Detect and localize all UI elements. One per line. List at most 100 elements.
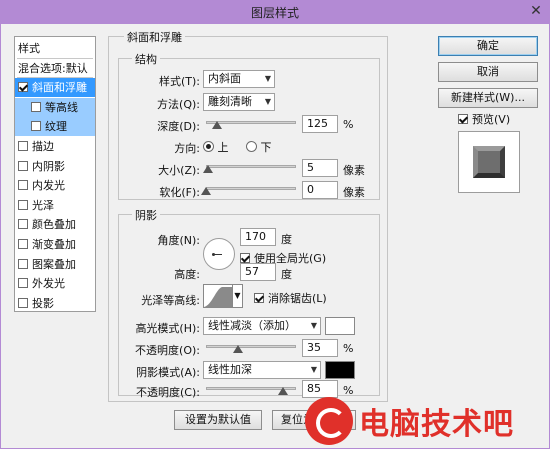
- checkbox-icon[interactable]: [254, 293, 264, 303]
- style-list-item[interactable]: 等高线: [15, 97, 95, 117]
- direction-down-radio[interactable]: 下: [246, 139, 272, 155]
- gloss-contour-picker[interactable]: [203, 284, 233, 308]
- technique-label: 方法(Q):: [157, 98, 200, 111]
- style-label: 样式(T):: [158, 75, 200, 88]
- new-style-button[interactable]: 新建样式(W)...: [438, 88, 538, 108]
- chevron-down-icon: ▼: [264, 97, 271, 106]
- checkbox-icon[interactable]: [458, 114, 468, 124]
- style-select[interactable]: 内斜面 ▼: [203, 70, 275, 88]
- style-list-item-label: 渐变叠加: [32, 238, 76, 251]
- checkbox-icon[interactable]: [18, 180, 28, 191]
- checkbox-icon[interactable]: [240, 253, 250, 263]
- highlight-opacity-label: 不透明度(O):: [135, 344, 200, 357]
- checkbox-icon[interactable]: [31, 101, 41, 112]
- antialias-label: 消除锯齿(L): [268, 292, 327, 305]
- style-list-item[interactable]: 斜面和浮雕: [15, 78, 95, 98]
- direction-up-radio[interactable]: 上: [203, 139, 229, 155]
- technique-select-value: 雕刻清晰: [208, 95, 252, 108]
- style-list-item[interactable]: 样式: [15, 39, 95, 58]
- style-list-item[interactable]: 投影: [15, 294, 95, 313]
- slider-thumb[interactable]: [232, 345, 243, 353]
- soften-input[interactable]: 0: [302, 181, 338, 199]
- style-list-item-label: 斜面和浮雕: [32, 81, 87, 95]
- checkbox-icon[interactable]: [18, 219, 28, 230]
- style-list-item-label: 等高线: [45, 100, 78, 114]
- highlight-color-swatch[interactable]: [325, 317, 355, 335]
- checkbox-icon[interactable]: [18, 239, 28, 249]
- highlight-mode-label: 高光模式(H):: [135, 322, 200, 335]
- radio-icon[interactable]: [203, 141, 214, 152]
- style-list-item-label: 外发光: [32, 277, 65, 291]
- shadow-opacity-slider[interactable]: [206, 384, 296, 395]
- direction-down-label: 下: [260, 141, 272, 154]
- technique-select[interactable]: 雕刻清晰 ▼: [203, 93, 275, 111]
- direction-up-label: 上: [217, 141, 229, 154]
- structure-group-title: 结构: [132, 51, 160, 67]
- style-list: 样式混合选项:默认斜面和浮雕等高线纹理描边内阴影内发光 光泽 颜色叠加渐变叠加图案叠…: [14, 36, 96, 312]
- style-list-item[interactable]: 颜色叠加: [15, 215, 95, 234]
- size-label: 大小(Z):: [158, 164, 200, 177]
- checkbox-icon[interactable]: [18, 278, 28, 289]
- watermark-text: 电脑技术吧: [359, 407, 514, 442]
- style-list-item-label: 纹理: [45, 120, 67, 134]
- contour-curve-icon: [204, 287, 232, 307]
- style-list-item[interactable]: 内阴影: [15, 157, 95, 176]
- style-list-item-label: 图案叠加: [32, 257, 76, 271]
- shadow-mode-select[interactable]: 线性加深 ▼: [203, 361, 321, 379]
- preview-checkbox[interactable]: 预览(V): [458, 111, 510, 127]
- style-list-item-label: 描边: [32, 140, 54, 153]
- chevron-down-icon[interactable]: ▼: [233, 284, 243, 308]
- style-select-value: 内斜面: [208, 72, 241, 85]
- depth-slider[interactable]: [206, 118, 296, 129]
- direction-label: 方向:: [174, 142, 200, 155]
- style-list-item[interactable]: 光泽: [15, 196, 95, 215]
- soften-slider[interactable]: [201, 184, 296, 195]
- highlight-mode-value: 线性减淡（添加）: [208, 319, 296, 332]
- angle-input[interactable]: 170: [240, 228, 276, 246]
- style-list-item[interactable]: 内发光: [15, 176, 95, 195]
- chevron-down-icon: ▼: [310, 321, 317, 330]
- altitude-input[interactable]: 57: [240, 263, 276, 281]
- highlight-opacity-unit: %: [343, 342, 354, 355]
- checkbox-icon[interactable]: [18, 258, 28, 269]
- shadow-color-swatch[interactable]: [325, 361, 355, 379]
- slider-thumb[interactable]: [201, 187, 211, 195]
- angle-label: 角度(N):: [157, 234, 200, 247]
- checkbox-icon[interactable]: [31, 121, 41, 132]
- angle-dial[interactable]: [203, 238, 235, 270]
- angle-unit: 度: [281, 233, 292, 246]
- checkbox-icon[interactable]: [18, 160, 28, 171]
- style-list-item[interactable]: 图案叠加: [15, 255, 95, 274]
- slider-thumb[interactable]: [277, 387, 288, 395]
- slider-thumb[interactable]: [202, 165, 213, 173]
- radio-icon[interactable]: [246, 141, 257, 152]
- checkbox-icon[interactable]: [18, 141, 28, 151]
- make-default-button[interactable]: 设置为默认值: [174, 410, 262, 430]
- size-input[interactable]: 5: [302, 159, 338, 177]
- style-list-item-label: 样式: [18, 42, 40, 55]
- slider-thumb[interactable]: [212, 121, 223, 129]
- altitude-unit: 度: [281, 268, 292, 281]
- checkbox-icon[interactable]: [18, 297, 28, 308]
- style-list-item[interactable]: 纹理: [15, 117, 95, 137]
- title-bar: 图层样式 ✕: [0, 0, 550, 24]
- checkbox-icon[interactable]: [18, 199, 28, 210]
- antialias-checkbox[interactable]: 消除锯齿(L): [254, 290, 327, 306]
- ok-button[interactable]: 确定: [438, 36, 538, 56]
- cancel-button[interactable]: 取消: [438, 62, 538, 82]
- style-list-item[interactable]: 描边: [15, 137, 95, 156]
- close-icon[interactable]: ✕: [526, 2, 546, 20]
- shadow-opacity-input[interactable]: 85: [302, 380, 338, 398]
- style-list-item-label: 内阴影: [32, 159, 65, 173]
- highlight-opacity-input[interactable]: 35: [302, 339, 338, 357]
- depth-input[interactable]: 125: [302, 115, 338, 133]
- style-list-item[interactable]: 外发光: [15, 274, 95, 293]
- highlight-opacity-slider[interactable]: [206, 342, 296, 353]
- shadow-mode-value: 线性加深: [208, 363, 252, 376]
- highlight-mode-select[interactable]: 线性减淡（添加） ▼: [203, 317, 321, 335]
- checkbox-icon[interactable]: [18, 82, 28, 93]
- style-list-item[interactable]: 混合选项:默认: [15, 59, 95, 78]
- size-slider[interactable]: [202, 162, 296, 173]
- style-list-item[interactable]: 渐变叠加: [15, 235, 95, 254]
- preview-label: 预览(V): [472, 113, 511, 126]
